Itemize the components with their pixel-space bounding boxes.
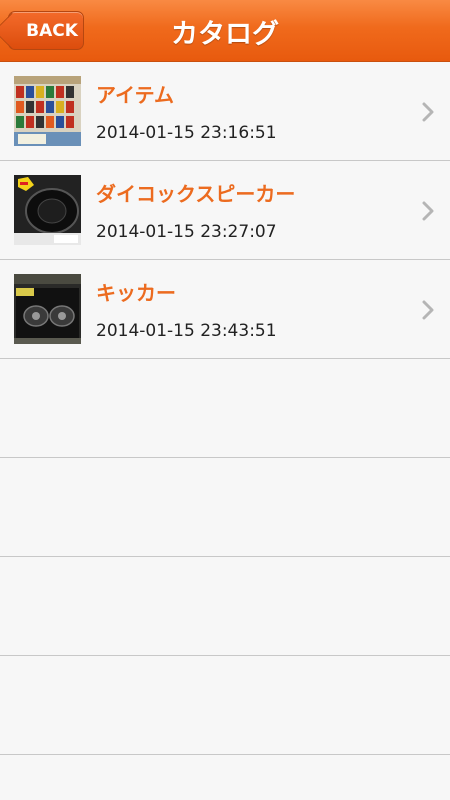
item-timestamp: 2014-01-15 23:43:51 <box>96 321 277 341</box>
store-shelf-thumbnail <box>14 76 81 146</box>
chevron-right-icon <box>422 102 434 122</box>
empty-row <box>0 359 450 458</box>
back-button-label: BACK <box>26 20 78 41</box>
item-title: ダイコックスピーカー <box>96 182 296 206</box>
item-timestamp: 2014-01-15 23:27:07 <box>96 222 277 242</box>
speaker-package-thumbnail <box>14 274 81 344</box>
list-item[interactable]: ダイコックスピーカー 2014-01-15 23:27:07 <box>0 161 450 260</box>
list-item[interactable]: アイテム 2014-01-15 23:16:51 <box>0 62 450 161</box>
catalog-list: アイテム 2014-01-15 23:16:51 ダイコックスピーカー 2014… <box>0 62 450 755</box>
empty-row <box>0 557 450 656</box>
item-title: アイテム <box>96 83 174 107</box>
empty-row <box>0 656 450 755</box>
navigation-bar: BACK カタログ <box>0 0 450 62</box>
empty-row <box>0 458 450 557</box>
chevron-right-icon <box>422 201 434 221</box>
item-title: キッカー <box>96 281 176 305</box>
chevron-right-icon <box>422 300 434 320</box>
item-timestamp: 2014-01-15 23:16:51 <box>96 123 277 143</box>
list-item[interactable]: キッカー 2014-01-15 23:43:51 <box>0 260 450 359</box>
speaker-box-thumbnail <box>14 175 81 245</box>
